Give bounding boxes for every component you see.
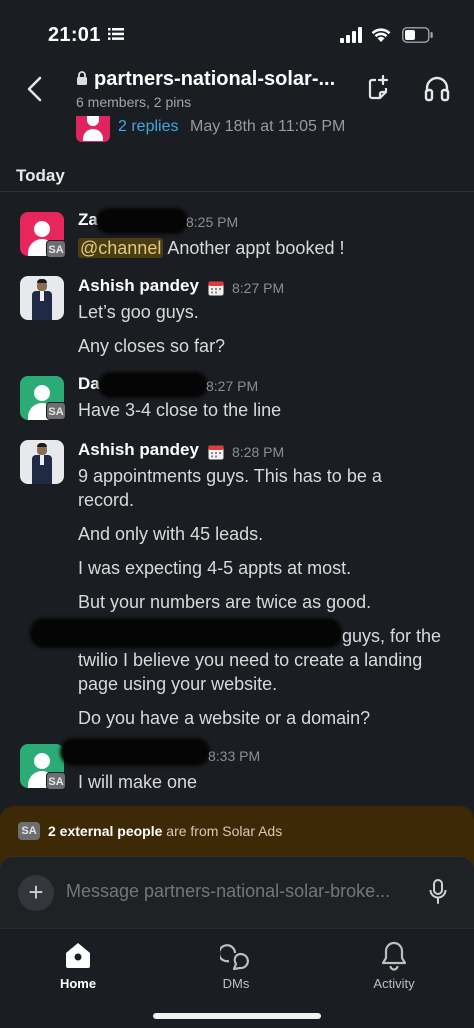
bottom-tab-bar: Home DMs Activity (0, 928, 474, 1028)
tab-label: Activity (373, 976, 415, 991)
lock-icon (77, 71, 87, 85)
message-item[interactable]: Ashish pandey 8:27 PM Let’s goo guys. An… (0, 270, 474, 362)
channel-mention[interactable]: @channel (78, 238, 164, 258)
external-org-badge: SA (18, 822, 40, 840)
back-chevron-icon[interactable] (22, 74, 48, 104)
channel-name: partners-national-solar-... (94, 68, 336, 90)
canvas-icon[interactable] (364, 74, 392, 102)
channel-title[interactable]: partners-national-solar-... (76, 68, 335, 91)
home-indicator[interactable] (153, 1013, 321, 1019)
add-attachment-button[interactable]: + (18, 875, 54, 911)
day-divider-label: Today (16, 166, 65, 185)
message-text: I will make one (78, 772, 198, 792)
external-people-org: are from Solar Ads (162, 823, 283, 839)
cellular-signal-icon (340, 27, 362, 43)
message-text: twilio I believe you need to create a la… (78, 650, 423, 670)
dms-icon (220, 944, 249, 971)
external-people-text: 2 external people are from Solar Ads (48, 823, 282, 839)
profile-photo (32, 279, 52, 320)
message-item[interactable]: SA 8:33 PM I will make one (0, 738, 474, 800)
message-text: Have 3-4 close to the line (78, 400, 282, 420)
message-author[interactable]: Za (78, 210, 98, 230)
calendar-status-icon (208, 445, 224, 460)
microphone-icon[interactable] (428, 879, 448, 905)
message-author[interactable]: Da (78, 374, 100, 394)
tab-dms[interactable]: DMs (186, 935, 286, 995)
previous-message-thread: 2 replies May 18th at 11:05 PM (0, 112, 474, 146)
message-input[interactable] (66, 881, 416, 902)
message-item[interactable]: SA Za 8:25 PM @channel Another appt book… (0, 206, 474, 266)
redaction-mark (96, 208, 188, 234)
external-people-count: 2 external people (48, 823, 163, 839)
thread-replies-link[interactable]: 2 replies (118, 118, 178, 136)
wifi-icon (371, 28, 391, 42)
message-text: record. (78, 490, 135, 510)
message-timestamp: 8:28 PM (232, 444, 285, 460)
external-org-badge: SA (46, 402, 66, 420)
message-text: But your numbers are twice as good. (78, 592, 372, 612)
message-item[interactable]: Ashish pandey 8:28 PM 9 appointments guy… (0, 434, 474, 734)
reply-avatar (76, 116, 110, 142)
tab-label: DMs (222, 976, 250, 991)
clock: 21:01 (48, 24, 101, 46)
channel-subtitle[interactable]: 6 members, 2 pins (76, 94, 191, 110)
message-text: I was expecting 4-5 appts at most. (78, 558, 352, 578)
calendar-status-icon (208, 281, 224, 296)
message-author[interactable]: Ashish pandey (78, 276, 199, 296)
redaction-mark (98, 372, 208, 398)
battery-icon (402, 27, 433, 43)
message-text-rest: Another appt booked ! (163, 238, 345, 258)
bell-icon (381, 941, 407, 971)
message-text: Let’s goo guys. (78, 302, 199, 322)
message-text: And only with 45 leads. (78, 524, 264, 544)
external-org-badge: SA (46, 772, 66, 790)
focus-list-icon (108, 28, 124, 40)
home-icon (66, 943, 90, 968)
avatar[interactable] (20, 276, 64, 320)
external-org-badge: SA (46, 240, 66, 258)
message-timestamp: 8:27 PM (232, 280, 285, 296)
message-text: Do you have a website or a domain? (78, 708, 371, 728)
message-text: Any closes so far? (78, 336, 226, 356)
message-author[interactable]: Ashish pandey (78, 440, 199, 460)
status-bar: 21:01 (0, 0, 474, 66)
tab-activity[interactable]: Activity (344, 935, 444, 995)
day-divider: Today (0, 162, 474, 192)
message-item[interactable]: SA Da 8:27 PM Have 3-4 close to the line (0, 370, 474, 430)
tab-home[interactable]: Home (28, 935, 128, 995)
message-composer: + (0, 856, 474, 928)
thread-last-reply-date: May 18th at 11:05 PM (190, 118, 346, 135)
tab-label: Home (59, 976, 97, 991)
message-text: 9 appointments guys. This has to be a (78, 466, 382, 486)
message-text: page using your website. (78, 674, 278, 694)
avatar[interactable] (20, 440, 64, 484)
redaction-mark (30, 618, 342, 648)
message-timestamp: 8:33 PM (208, 748, 261, 764)
message-text: guys, for the (342, 626, 442, 646)
message-timestamp: 8:25 PM (186, 214, 239, 230)
message-timestamp: 8:27 PM (206, 378, 259, 394)
headphones-icon[interactable] (422, 74, 452, 102)
channel-header: partners-national-solar-... 6 members, 2… (0, 66, 474, 116)
message-text: @channel Another appt booked ! (78, 236, 458, 260)
profile-photo (32, 443, 52, 484)
redaction-mark (60, 738, 210, 766)
plus-icon: + (28, 877, 44, 907)
